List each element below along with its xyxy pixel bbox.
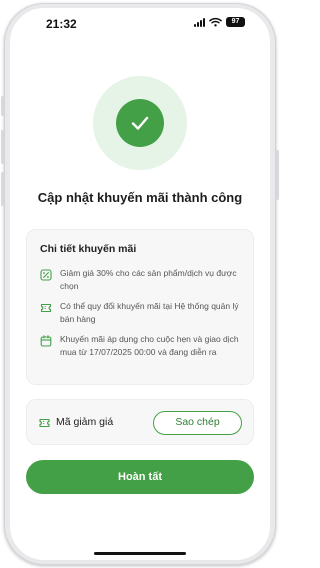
done-button[interactable]: Hoàn tất (26, 460, 254, 494)
coupon-code-label: Mã giảm giá (56, 416, 114, 428)
detail-item: Khuyến mãi áp dụng cho cuộc hẹn và giao … (40, 333, 246, 375)
success-badge (116, 99, 164, 147)
detail-item-text: Có thể quy đổi khuyến mãi tại Hệ thống q… (60, 301, 239, 324)
screen: 21:32 97 Cập nhật khuyến mãi thành công … (10, 8, 270, 560)
status-icons: 97 (194, 17, 245, 27)
check-icon (131, 116, 149, 130)
percent-tag-icon (40, 269, 52, 281)
coupon-code-card: Mã giảm giá Sao chép (26, 399, 254, 445)
ticket-icon (40, 303, 52, 313)
phone-side-button (1, 96, 4, 116)
detail-item: Có thể quy đổi khuyến mãi tại Hệ thống q… (40, 300, 246, 328)
signal-icon (194, 17, 205, 27)
promotion-details-card: Chi tiết khuyến mãi Giảm giá 30% cho các… (26, 229, 254, 385)
status-bar: 21:32 97 (10, 8, 270, 42)
detail-item: Giảm giá 30% cho các sản phẩm/dịch vụ đư… (40, 267, 246, 295)
calendar-icon (40, 335, 52, 347)
phone-volume-up-button (1, 130, 4, 164)
status-time: 21:32 (46, 17, 77, 31)
home-indicator[interactable] (94, 552, 186, 555)
wifi-icon (209, 17, 222, 27)
phone-power-button (276, 150, 279, 200)
details-heading: Chi tiết khuyến mãi (40, 243, 137, 255)
battery-icon: 97 (226, 17, 245, 27)
copy-button[interactable]: Sao chép (153, 411, 242, 435)
detail-item-text: Khuyến mãi áp dụng cho cuộc hẹn và giao … (60, 334, 239, 357)
detail-item-text: Giảm giá 30% cho các sản phẩm/dịch vụ đư… (60, 268, 237, 291)
phone-volume-down-button (1, 172, 4, 206)
ticket-icon (39, 418, 50, 428)
page-title: Cập nhật khuyến mãi thành công (37, 190, 243, 205)
